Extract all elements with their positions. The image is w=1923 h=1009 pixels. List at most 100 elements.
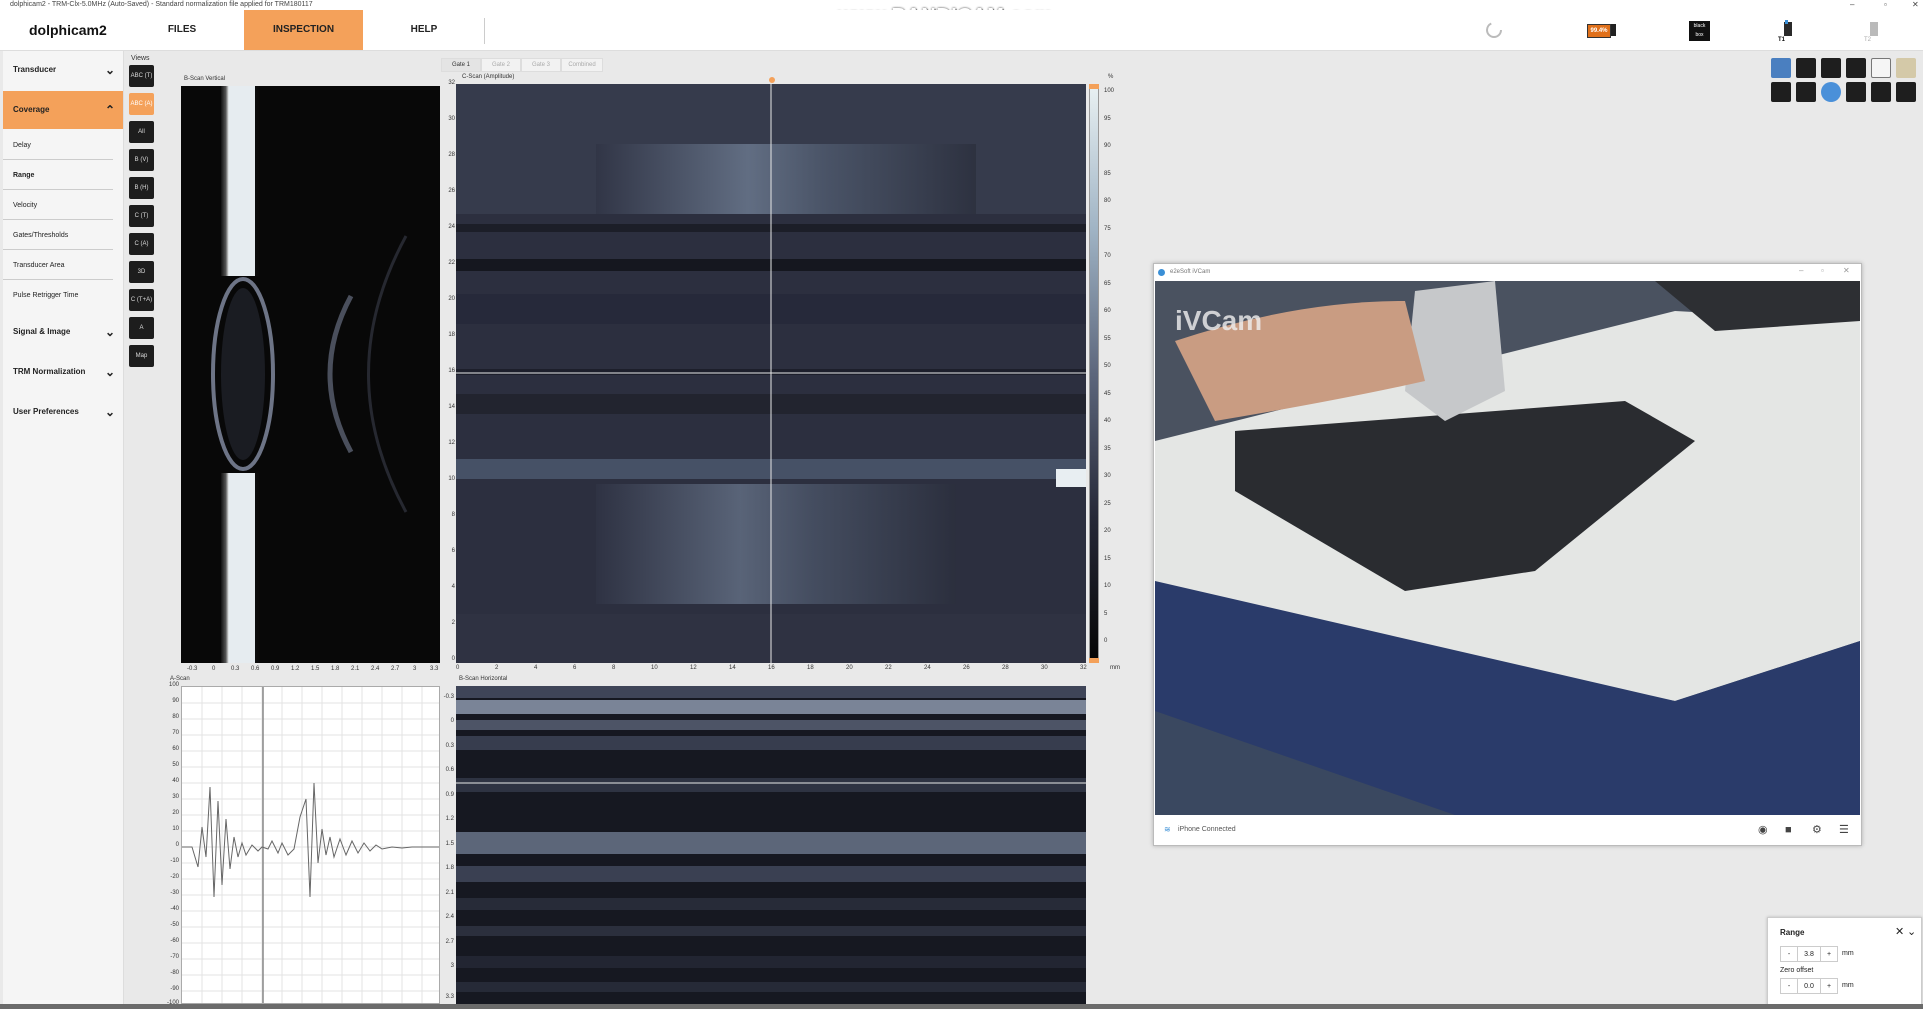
y-tick-label: 20 [172,810,179,816]
filter-icon[interactable] [1846,82,1866,102]
cscan-cursor-marker[interactable] [769,77,775,83]
tab-files[interactable]: FILES [134,10,230,50]
save-icon[interactable] [1846,58,1866,78]
gear-icon[interactable]: ⚙ [1812,816,1822,844]
battery-icon [1611,24,1616,36]
x-tick-label: 0.6 [251,666,260,672]
x-tick-label: 24 [924,665,931,671]
gate-1-tab[interactable]: Gate 1 [441,58,481,72]
sliders-icon[interactable] [1871,82,1891,102]
y-tick-label: -20 [170,874,179,880]
x-tick-label: 10 [651,665,658,671]
maximize-button[interactable]: ▫ [1821,266,1824,275]
close-icon[interactable]: ✕ [1895,925,1904,938]
chevron-down-icon: ⌄ [104,365,115,379]
sidebar-section-label: User Preferences [13,407,79,416]
wifi-icon: ≋ [1164,825,1171,834]
zero-offset-decrement-button[interactable]: - [1780,978,1798,994]
close-window-button[interactable]: ✕ [1912,0,1919,10]
gate-2-tab[interactable]: Gate 2 [481,58,521,72]
sidebar-item-pulse-retrigger-time[interactable]: Pulse Retrigger Time [3,281,113,310]
view-c-a-button[interactable]: C (A) [129,233,154,255]
range-input[interactable]: 3.8 [1798,946,1820,962]
sidebar-item-delay[interactable]: Delay [3,131,113,160]
probe-view-icon[interactable] [1771,58,1791,78]
view-abc-a-button[interactable]: ABC (A) [129,93,154,115]
zero-offset-input[interactable]: 0.0 [1798,978,1820,994]
minimize-button[interactable]: – [1850,0,1854,10]
view-b-v-button[interactable]: B (V) [129,149,154,171]
video-record-icon[interactable]: ■ [1785,816,1792,844]
report-icon[interactable] [1871,58,1891,78]
sidebar-section-signal-image[interactable]: Signal & Image ⌄ [3,313,123,351]
camera-icon[interactable]: ◉ [1758,816,1768,844]
x-tick-label: 32 [1080,665,1087,671]
view-abc-t-button[interactable]: ABC (T) [129,65,154,87]
grid-settings-icon[interactable] [1896,82,1916,102]
sidebar-section-coverage[interactable]: Coverage ⌃ [3,91,123,129]
maximize-button[interactable]: ▫ [1884,0,1887,10]
bottom-status-bar [0,1004,1923,1009]
transducer-t1-icon[interactable]: T1 [1776,20,1798,43]
notes-icon[interactable] [1896,58,1916,78]
x-tick-label: 16 [768,665,775,671]
sidebar-item-range[interactable]: Range [3,161,113,190]
colorbar-high-handle[interactable] [1089,84,1099,89]
gate-combined-tab[interactable]: Combined [561,58,603,72]
sidebar-section-user-preferences[interactable]: User Preferences ⌄ [3,393,123,431]
view-b-h-button[interactable]: B (H) [129,177,154,199]
target-icon[interactable] [1796,58,1816,78]
transducer-t2-icon[interactable]: T2 [1862,20,1884,43]
ascan-plot[interactable] [181,686,440,1004]
bscan-horizontal-image[interactable] [456,686,1086,1004]
sidebar-section-transducer[interactable]: Transducer ⌄ [3,51,123,89]
range-decrement-button[interactable]: - [1780,946,1798,962]
sidebar-section-trm-normalization[interactable]: TRM Normalization ⌄ [3,353,123,391]
close-window-button[interactable]: ✕ [1843,266,1850,275]
sidebar-item-gates-thresholds[interactable]: Gates/Thresholds [3,221,113,250]
view-a-button[interactable]: A [129,317,154,339]
cscan-x-axis: 0 2 4 6 8 10 12 14 16 18 20 22 24 26 28 … [456,665,1096,675]
y-tick-label: 0 [450,718,454,724]
ivcam-status-bar: ≋ iPhone Connected ◉ ■ ⚙ ☰ [1154,816,1861,844]
view-c-ta-button[interactable]: C (T+A) [129,289,154,311]
palette-icon[interactable] [1821,82,1841,102]
monitor-icon[interactable] [1796,82,1816,102]
chevron-down-icon[interactable]: ⌄ [1907,925,1916,938]
colorbar-low-handle[interactable] [1089,658,1099,663]
view-c-t-button[interactable]: C (T) [129,205,154,227]
colorbar-tick: 40 [1104,418,1111,424]
view-all-button[interactable]: All [129,121,154,143]
zero-offset-increment-button[interactable]: + [1820,978,1838,994]
sidebar-section-label: Transducer [13,65,57,74]
bscan-vertical-title: B-Scan Vertical [184,76,226,82]
sidebar-item-transducer-area[interactable]: Transducer Area [3,251,113,280]
view-3d-button[interactable]: 3D [129,261,154,283]
y-tick-label: -30 [170,890,179,896]
view-map-button[interactable]: Map [129,345,154,367]
loading-spinner-icon [1485,21,1503,39]
gate-3-tab[interactable]: Gate 3 [521,58,561,72]
tab-help[interactable]: HELP [376,10,472,50]
y-tick-label: 0.6 [445,767,454,773]
bscan-vertical-image[interactable] [181,86,440,663]
circle-icon[interactable] [1771,82,1791,102]
blackbox-button[interactable]: black box [1689,21,1710,41]
tab-inspection[interactable]: INSPECTION [244,10,363,50]
cscan-amplitude-image[interactable] [456,84,1086,663]
x-tick-label: 28 [1002,665,1009,671]
range-popup-title: Range [1780,928,1805,937]
y-tick-label: 10 [448,476,455,482]
colorbar-tick: 70 [1104,253,1111,259]
cscan-y-axis: 32 30 28 26 24 22 20 18 16 14 12 10 8 6 … [443,80,455,665]
chevron-up-icon: ⌃ [104,103,115,117]
range-increment-button[interactable]: + [1820,946,1838,962]
minimize-button[interactable]: – [1799,266,1803,275]
y-tick-label: 6 [451,548,455,554]
y-tick-label: -50 [170,922,179,928]
sidebar-item-velocity[interactable]: Velocity [3,191,113,220]
y-tick-label: 22 [448,260,455,266]
y-tick-label: 16 [448,368,455,374]
download-icon[interactable] [1821,58,1841,78]
menu-icon[interactable]: ☰ [1839,816,1849,844]
